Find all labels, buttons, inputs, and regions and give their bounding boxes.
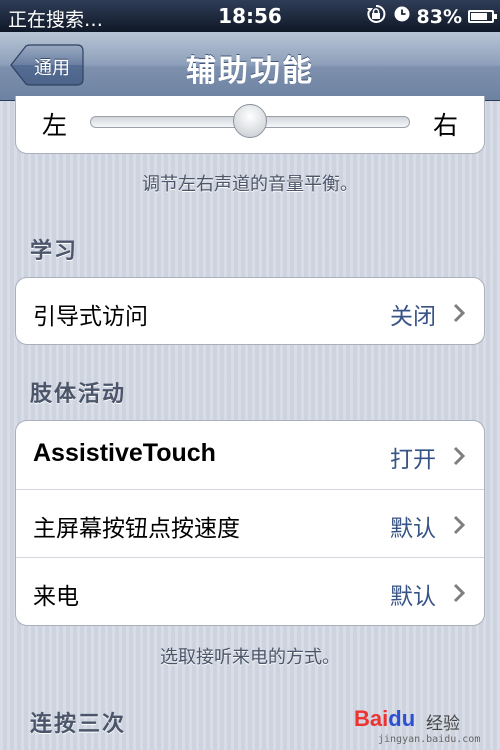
baidu-logo: Baidu [354,706,416,731]
assistivetouch-value: 打开 [390,447,436,473]
assistivetouch-row[interactable]: AssistiveTouch 打开 [16,421,484,489]
balance-description: 调节左右声道的音量平衡。 [142,174,358,195]
home-click-speed-row[interactable]: 主屏幕按钮点按速度 默认 [16,489,484,557]
battery-icon [468,10,497,23]
guided-access-label: 引导式访问 [33,304,148,330]
chevron-right-icon [453,583,466,603]
section-header-physical: 肢体活动 [30,382,127,407]
navigation-bar: 通用 辅助功能 [0,32,500,101]
incoming-calls-label: 来电 [33,584,79,610]
balance-right-label: 右 [432,111,458,140]
chevron-right-icon [453,446,466,466]
balance-group: 左 右 [15,96,485,154]
home-click-speed-label: 主屏幕按钮点按速度 [33,516,240,542]
battery-percent: 83% [416,5,462,28]
section-header-learning: 学习 [30,239,79,264]
watermark-url: jingyan.baidu.com [378,734,481,745]
baidu-jingyan-watermark: Baidu 经验 jingyan.baidu.com [344,706,494,748]
incoming-calls-row[interactable]: 来电 默认 [16,557,484,625]
balance-slider-knob[interactable] [233,104,267,138]
balance-slider-track[interactable] [90,104,410,138]
chevron-right-icon [453,515,466,535]
chevron-right-icon [453,303,466,323]
battery-fill [471,13,488,20]
page-title: 辅助功能 [186,54,314,89]
incoming-calls-value: 默认 [390,584,436,610]
guided-access-value: 关闭 [390,304,436,330]
alarm-clock-icon [393,5,411,28]
jingyan-label: 经验 [426,714,460,734]
physical-group: AssistiveTouch 打开 主屏幕按钮点按速度 默认 来电 默认 [15,420,485,626]
rotation-lock-icon [365,3,387,30]
home-click-speed-value: 默认 [390,516,436,542]
guided-access-row[interactable]: 引导式访问 关闭 [16,278,484,344]
section-header-triple-click: 连按三次 [30,712,127,737]
incoming-calls-description: 选取接听来电的方式。 [160,647,340,668]
learning-group: 引导式访问 关闭 [15,277,485,345]
balance-left-label: 左 [42,111,68,140]
status-bar: 正在搜索… 18:56 83% [0,0,500,32]
assistivetouch-label: AssistiveTouch [33,439,216,467]
status-right-group: 83% [365,3,497,30]
